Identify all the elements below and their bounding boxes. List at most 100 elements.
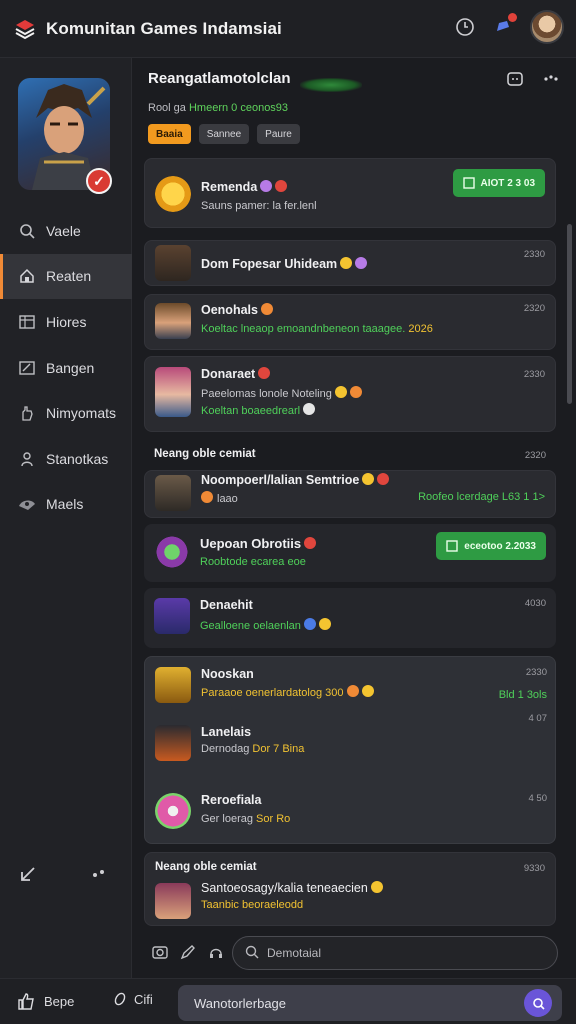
sidebar-item-label: Nimyomats xyxy=(46,405,117,422)
search-icon xyxy=(18,222,36,240)
section-time: 9330 xyxy=(523,863,545,874)
camera-icon[interactable] xyxy=(152,944,168,965)
link-icon xyxy=(114,992,126,1006)
section-time: 2320 xyxy=(524,450,546,461)
message-card[interactable]: Denaehit Gealloene oelaenlan 4030 xyxy=(144,588,556,648)
home-icon xyxy=(18,267,36,285)
sidebar-item-stanotkas[interactable]: Stanotkas xyxy=(0,436,132,482)
sidebar-item-label: Hiores xyxy=(46,313,87,330)
status-badge[interactable]: AIOT 2 3 03 xyxy=(452,169,545,197)
sidebar-nav: Vaele Reaten Hiores Bangen Nimyomats Sta… xyxy=(0,208,132,527)
sender-name: Oenohals xyxy=(201,303,273,317)
send-icon xyxy=(533,998,545,1010)
message-text-right: Roofeo lcerdage L63 1 1> xyxy=(418,491,545,503)
more-dots-icon[interactable] xyxy=(90,864,110,889)
sidebar-item-label: Reaten xyxy=(46,268,92,285)
chip-paure[interactable]: Paure xyxy=(257,124,300,144)
badge-label: AIOT 2 3 03 xyxy=(480,177,535,189)
assassin-avatar xyxy=(155,475,191,511)
message-card[interactable]: Donaraet Paeelomas lonole Noteling Koelt… xyxy=(144,356,556,432)
more-options-icon[interactable] xyxy=(542,70,560,93)
top-bar: Komunitan Games Indamsiai xyxy=(0,0,576,58)
sidebar-item-label: Bangen xyxy=(46,359,95,376)
sidebar: ✓ Vaele Reaten Hiores Bangen Nimyomats S… xyxy=(0,58,132,978)
hand-icon xyxy=(18,404,36,422)
chat-bubble-icon[interactable] xyxy=(506,70,524,93)
message-text: Gealloene oelaenlan xyxy=(200,618,331,632)
collapse-arrow-icon[interactable] xyxy=(18,864,38,889)
link-button[interactable]: Cifi xyxy=(112,991,153,1007)
section-label: Neang oble cemiat xyxy=(154,448,256,460)
badge-label: eceotoo 2.2033 xyxy=(464,540,536,552)
message-input[interactable]: Wanotorlerbage xyxy=(178,985,562,1021)
sender-name: Dom Fopesar Uhideam xyxy=(201,257,368,271)
sender-name: Donaraet xyxy=(201,367,271,381)
chip-sannee[interactable]: Sannee xyxy=(198,124,250,144)
warrior-avatar xyxy=(155,245,191,281)
search-placeholder: Demotaial xyxy=(267,946,322,960)
message-text: Sauns pamer: la fer.lenl xyxy=(201,200,317,212)
group-subtitle: Rool ga Hmeern 0 ceonos93 xyxy=(148,102,288,114)
sidebar-item-vaele[interactable]: Vaele xyxy=(0,208,132,254)
search-icon xyxy=(245,945,259,962)
message-text: Paraaoe oenerlardatolog 300 xyxy=(201,685,374,699)
sidebar-item-maels[interactable]: Maels xyxy=(0,482,132,528)
filter-chips: Baaia Sannee Paure xyxy=(148,124,300,144)
message-card[interactable]: Oenohals Koeltac lneaop emoandnbeneon ta… xyxy=(144,294,556,350)
message-text: Ger loerag Sor Ro xyxy=(201,813,291,825)
chip-baaia[interactable]: Baaia xyxy=(148,124,191,144)
person-icon xyxy=(18,450,36,468)
knight-avatar xyxy=(154,598,190,634)
search-input[interactable]: Demotaial xyxy=(232,936,558,970)
sidebar-item-bangen[interactable]: Bangen xyxy=(0,345,132,391)
sidebar-item-label: Vaele xyxy=(46,222,81,239)
message-time: 4030 xyxy=(524,598,546,609)
group-title: Reangatlamotolclan xyxy=(148,70,291,87)
notification-dot xyxy=(508,13,517,22)
sidebar-item-reaten[interactable]: Reaten xyxy=(0,253,132,300)
thumbs-up-icon xyxy=(18,993,34,1010)
message-card[interactable]: Remenda Sauns pamer: la fer.lenl AIOT 2 … xyxy=(144,158,556,228)
sidebar-footer xyxy=(0,858,132,890)
like-label: Bepe xyxy=(44,993,75,1009)
badge-icon xyxy=(462,177,475,189)
message-row[interactable]: Lanelais Dernodag Dor 7 Bina 4 07 xyxy=(145,713,557,781)
message-text: Dernodag Dor 7 Bina xyxy=(201,743,305,755)
sender-name: Denaehit xyxy=(200,598,253,612)
like-button[interactable]: Bepe xyxy=(16,991,74,1011)
message-time: 2330 xyxy=(523,249,545,260)
send-button[interactable] xyxy=(524,989,552,1017)
sidebar-item-hiores[interactable]: Hiores xyxy=(0,299,132,345)
badge-icon xyxy=(446,540,458,552)
message-card[interactable]: Dom Fopesar Uhideam 2330 xyxy=(144,240,556,286)
message-card[interactable]: Noompoerl/lalian Semtrioe laao Roofeo lc… xyxy=(144,470,556,518)
clock-icon[interactable] xyxy=(454,16,476,38)
message-time: 2330 xyxy=(523,369,545,380)
user-avatar[interactable] xyxy=(530,10,564,44)
bottom-bar: Bepe Cifi Wanotorlerbage xyxy=(0,978,576,1024)
headphones-icon[interactable] xyxy=(208,944,224,965)
message-card[interactable]: Uepoan Obrotiis Roobtode ecarea eoe eceo… xyxy=(144,524,556,582)
edit-pen-icon[interactable] xyxy=(180,944,196,965)
emblem-avatar xyxy=(154,534,190,570)
message-card[interactable]: Neang oble cemiat 9330 Santoeosagy/kalia… xyxy=(144,852,556,926)
sender-name: Santoeosagy/kalia teneaecien xyxy=(201,881,383,895)
message-text: Koeltac lneaop emoandnbeneon taaagee. 20… xyxy=(201,323,433,335)
composer: Demotaial xyxy=(144,934,564,974)
section-label: Neang oble cemiat xyxy=(155,861,257,873)
message-row[interactable]: Nooskan Paraaoe oenerlardatolog 300 2330… xyxy=(145,657,557,719)
group-subtitle-status: Hmeern 0 ceonos93 xyxy=(188,102,289,114)
sidebar-item-label: Stanotkas xyxy=(46,450,109,467)
sender-name: Noompoerl/lalian Semtrioe xyxy=(201,473,390,487)
status-badge[interactable]: eceotoo 2.2033 xyxy=(436,532,546,560)
candy-avatar xyxy=(155,793,191,829)
scrollbar[interactable] xyxy=(567,224,572,404)
sender-name: Nooskan xyxy=(201,667,254,681)
message-row[interactable]: Reroefiala Ger loerag Sor Ro 4 50 xyxy=(145,781,557,843)
message-text: Taanbic beoraeleodd xyxy=(201,899,304,911)
notification-icon[interactable] xyxy=(492,13,517,38)
group-header: Reangatlamotolclan Rool ga Hmeern 0 ceon… xyxy=(148,68,560,148)
sender-name: Remenda xyxy=(201,180,288,194)
sidebar-item-nimyomats[interactable]: Nimyomats xyxy=(0,390,132,436)
gold-coin-avatar xyxy=(155,176,191,212)
